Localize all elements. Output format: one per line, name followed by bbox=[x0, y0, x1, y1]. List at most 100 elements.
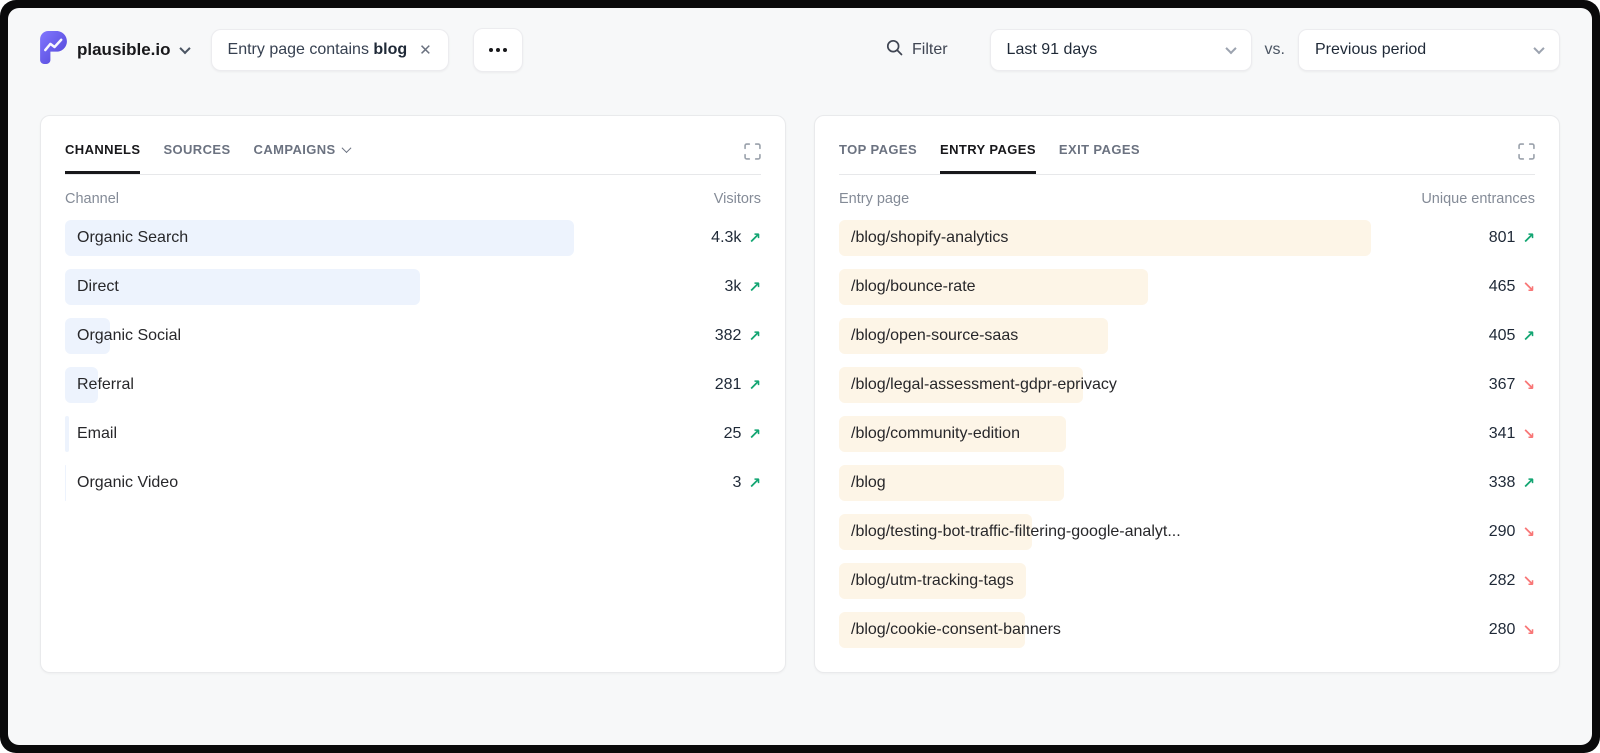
tab[interactable]: Top Pages bbox=[839, 142, 917, 174]
table-row[interactable]: /blog/legal-assessment-gdpr-eprivacy 367… bbox=[839, 367, 1535, 403]
expand-icon[interactable] bbox=[1518, 143, 1535, 165]
row-label: /blog bbox=[851, 474, 886, 491]
table-row[interactable]: /blog/utm-tracking-tags 282 ↘ bbox=[839, 563, 1535, 599]
trend-arrow-icon: ↘ bbox=[1522, 573, 1535, 590]
trend-arrow-icon: ↘ bbox=[1522, 377, 1535, 394]
app-window: plausible.io Entry page contains blog ✕ bbox=[0, 0, 1600, 753]
row-label: Organic Search bbox=[77, 229, 189, 246]
row-value: 282 ↘ bbox=[1489, 572, 1535, 590]
plausible-logo-icon bbox=[40, 31, 67, 69]
table-row[interactable]: Organic Social 382 ↗ bbox=[65, 318, 761, 354]
table-row[interactable]: /blog/open-source-saas 405 ↗ bbox=[839, 318, 1535, 354]
tab[interactable]: Channels bbox=[65, 142, 140, 174]
tab[interactable]: Sources bbox=[163, 142, 230, 174]
row-value: 338 ↗ bbox=[1489, 474, 1535, 492]
row-value-number: 465 bbox=[1488, 278, 1516, 295]
trend-arrow-icon: ↗ bbox=[748, 377, 761, 394]
row-value-number: 801 bbox=[1488, 229, 1516, 246]
row-label: /blog/testing-bot-traffic-filtering-goog… bbox=[851, 523, 1181, 540]
row-value: 4.3k ↗ bbox=[711, 229, 761, 247]
site-switcher[interactable]: plausible.io bbox=[40, 31, 191, 69]
more-options-button[interactable] bbox=[472, 28, 523, 72]
row-value: 341 ↘ bbox=[1489, 425, 1535, 443]
tab-label: Top Pages bbox=[839, 142, 918, 157]
pages-tabs: Top Pages Entry Pages Exit Pages bbox=[839, 142, 1140, 174]
row-value: 3 ↗ bbox=[733, 474, 761, 492]
top-bar: plausible.io Entry page contains blog ✕ bbox=[40, 8, 1560, 92]
row-value-number: 290 bbox=[1488, 523, 1516, 540]
row-label: /blog/open-source-saas bbox=[851, 327, 1019, 344]
table-row[interactable]: /blog/community-edition 341 ↘ bbox=[839, 416, 1535, 452]
filter-button-label: Filter bbox=[911, 41, 948, 58]
search-icon bbox=[886, 39, 903, 61]
dashboard: plausible.io Entry page contains blog ✕ bbox=[8, 8, 1592, 745]
chevron-down-icon bbox=[1224, 42, 1237, 55]
comparison-select[interactable]: Previous period bbox=[1298, 29, 1560, 71]
trend-arrow-icon: ↗ bbox=[1522, 230, 1535, 247]
column-header-right: Unique entrances bbox=[1421, 191, 1535, 207]
channels-tabs: Channels Sources Campaigns bbox=[65, 142, 352, 174]
row-label: Organic Social bbox=[77, 327, 182, 344]
table-row[interactable]: Organic Search 4.3k ↗ bbox=[65, 220, 761, 256]
row-label: Referral bbox=[77, 376, 134, 393]
row-value-number: 282 bbox=[1488, 572, 1516, 589]
site-name: plausible.io bbox=[77, 40, 171, 59]
vs-label: vs. bbox=[1264, 41, 1285, 58]
row-label: Email bbox=[77, 425, 118, 442]
row-value: 3k ↗ bbox=[725, 278, 761, 296]
column-header-left: Entry page bbox=[839, 191, 910, 207]
channels-panel: Channels Sources Campaigns bbox=[40, 115, 786, 673]
table-row[interactable]: /blog/testing-bot-traffic-filtering-goog… bbox=[839, 514, 1535, 550]
table-row[interactable]: Email 25 ↗ bbox=[65, 416, 761, 452]
table-row[interactable]: /blog/cookie-consent-banners 280 ↘ bbox=[839, 612, 1535, 648]
row-label: /blog/legal-assessment-gdpr-eprivacy bbox=[851, 376, 1117, 393]
pages-panel: Top Pages Entry Pages Exit Pages bbox=[814, 115, 1560, 673]
table-row[interactable]: Referral 281 ↗ bbox=[65, 367, 761, 403]
filter-pill[interactable]: Entry page contains blog ✕ bbox=[210, 29, 449, 71]
row-label: /blog/bounce-rate bbox=[851, 278, 976, 295]
trend-arrow-icon: ↗ bbox=[748, 328, 761, 345]
row-value: 280 ↘ bbox=[1489, 621, 1535, 639]
row-value: 465 ↘ bbox=[1489, 278, 1535, 296]
date-range-select[interactable]: Last 91 days bbox=[989, 29, 1252, 71]
chevron-down-icon bbox=[178, 42, 191, 55]
row-value: 382 ↗ bbox=[715, 327, 761, 345]
row-value-number: 25 bbox=[723, 425, 742, 442]
row-value-number: 367 bbox=[1488, 376, 1516, 393]
row-value: 367 ↘ bbox=[1489, 376, 1535, 394]
channels-list: Organic Search 4.3k ↗ Direct 3k ↗ Organi… bbox=[65, 220, 761, 501]
column-header-left: Channel bbox=[65, 191, 120, 207]
trend-arrow-icon: ↗ bbox=[748, 475, 761, 492]
tab[interactable]: Entry Pages bbox=[940, 142, 1036, 174]
table-row[interactable]: Organic Video 3 ↗ bbox=[65, 465, 761, 501]
row-label: Direct bbox=[77, 278, 119, 295]
filter-pill-text: Entry page contains blog bbox=[227, 41, 408, 58]
tab-label: Exit Pages bbox=[1058, 142, 1140, 157]
filter-button[interactable]: Filter bbox=[886, 39, 948, 61]
expand-icon[interactable] bbox=[744, 143, 761, 165]
table-row[interactable]: Direct 3k ↗ bbox=[65, 269, 761, 305]
more-icon bbox=[488, 48, 493, 52]
row-value-number: 3 bbox=[732, 474, 742, 491]
tab[interactable]: Campaigns bbox=[254, 142, 352, 174]
row-value-number: 405 bbox=[1488, 327, 1516, 344]
trend-arrow-icon: ↘ bbox=[1522, 622, 1535, 639]
entry-pages-list: /blog/shopify-analytics 801 ↗ /blog/boun… bbox=[839, 220, 1535, 648]
value-bar bbox=[65, 416, 70, 452]
value-bar bbox=[65, 465, 67, 501]
row-label: /blog/shopify-analytics bbox=[851, 229, 1009, 246]
row-value-number: 281 bbox=[714, 376, 742, 393]
row-value: 281 ↗ bbox=[715, 376, 761, 394]
row-value-number: 338 bbox=[1488, 474, 1516, 491]
table-row[interactable]: /blog/shopify-analytics 801 ↗ bbox=[839, 220, 1535, 256]
row-label: Organic Video bbox=[77, 474, 179, 491]
row-value-number: 4.3k bbox=[711, 229, 742, 246]
close-icon[interactable]: ✕ bbox=[419, 43, 432, 58]
trend-arrow-icon: ↗ bbox=[748, 279, 761, 296]
table-row[interactable]: /blog/bounce-rate 465 ↘ bbox=[839, 269, 1535, 305]
table-row[interactable]: /blog 338 ↗ bbox=[839, 465, 1535, 501]
comparison-value: Previous period bbox=[1315, 41, 1427, 58]
tab[interactable]: Exit Pages bbox=[1059, 142, 1140, 174]
trend-arrow-icon: ↘ bbox=[1522, 524, 1535, 541]
chevron-down-icon bbox=[341, 143, 352, 154]
